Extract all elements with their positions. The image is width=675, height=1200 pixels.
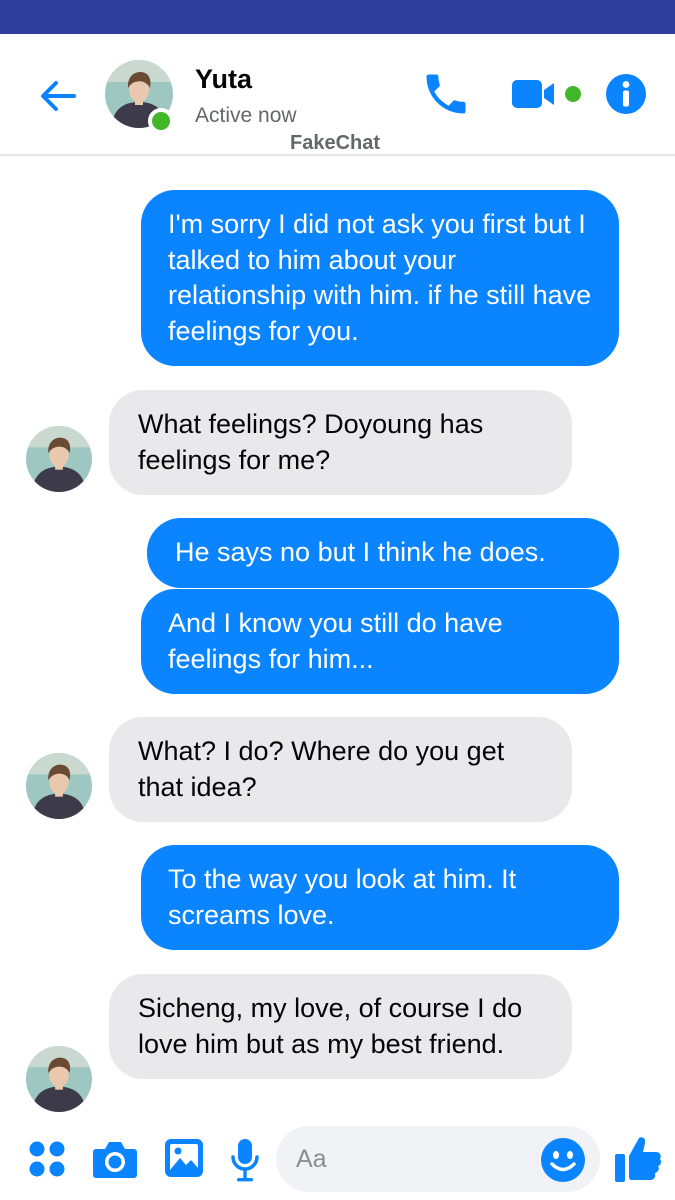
contact-avatar-small[interactable] (26, 753, 92, 819)
online-indicator (148, 108, 174, 134)
contact-avatar-small[interactable] (26, 426, 92, 492)
outgoing-message[interactable]: And I know you still do have feelings fo… (141, 589, 619, 694)
back-arrow-icon[interactable] (36, 74, 80, 118)
message-composer (0, 1118, 675, 1200)
status-bar (0, 0, 675, 34)
camera-icon[interactable] (92, 1138, 138, 1180)
image-icon[interactable] (164, 1138, 204, 1178)
incoming-message[interactable]: What? I do? Where do you get that idea? (109, 717, 572, 822)
active-status: Active now (195, 104, 297, 127)
microphone-icon[interactable] (229, 1138, 261, 1182)
outgoing-message[interactable]: I'm sorry I did not ask you first but I … (141, 190, 619, 366)
outgoing-message[interactable]: To the way you look at him. It screams l… (141, 845, 619, 950)
video-camera-icon[interactable] (509, 74, 587, 114)
watermark-text: FakeChat (290, 132, 381, 154)
smiley-icon[interactable] (540, 1137, 586, 1183)
info-icon[interactable] (602, 70, 650, 118)
thumbs-up-icon[interactable] (614, 1134, 662, 1184)
phone-icon[interactable] (420, 68, 472, 120)
contact-avatar-small[interactable] (26, 1046, 92, 1112)
outgoing-message[interactable]: He says no but I think he does. (147, 518, 619, 588)
incoming-message[interactable]: What feelings? Doyoung has feelings for … (109, 390, 572, 495)
incoming-message[interactable]: Sicheng, my love, of course I do love hi… (109, 974, 572, 1079)
chat-header: Yuta Active now FakeChat (0, 34, 675, 156)
four-dots-icon[interactable] (28, 1140, 66, 1178)
contact-name[interactable]: Yuta (195, 64, 252, 95)
